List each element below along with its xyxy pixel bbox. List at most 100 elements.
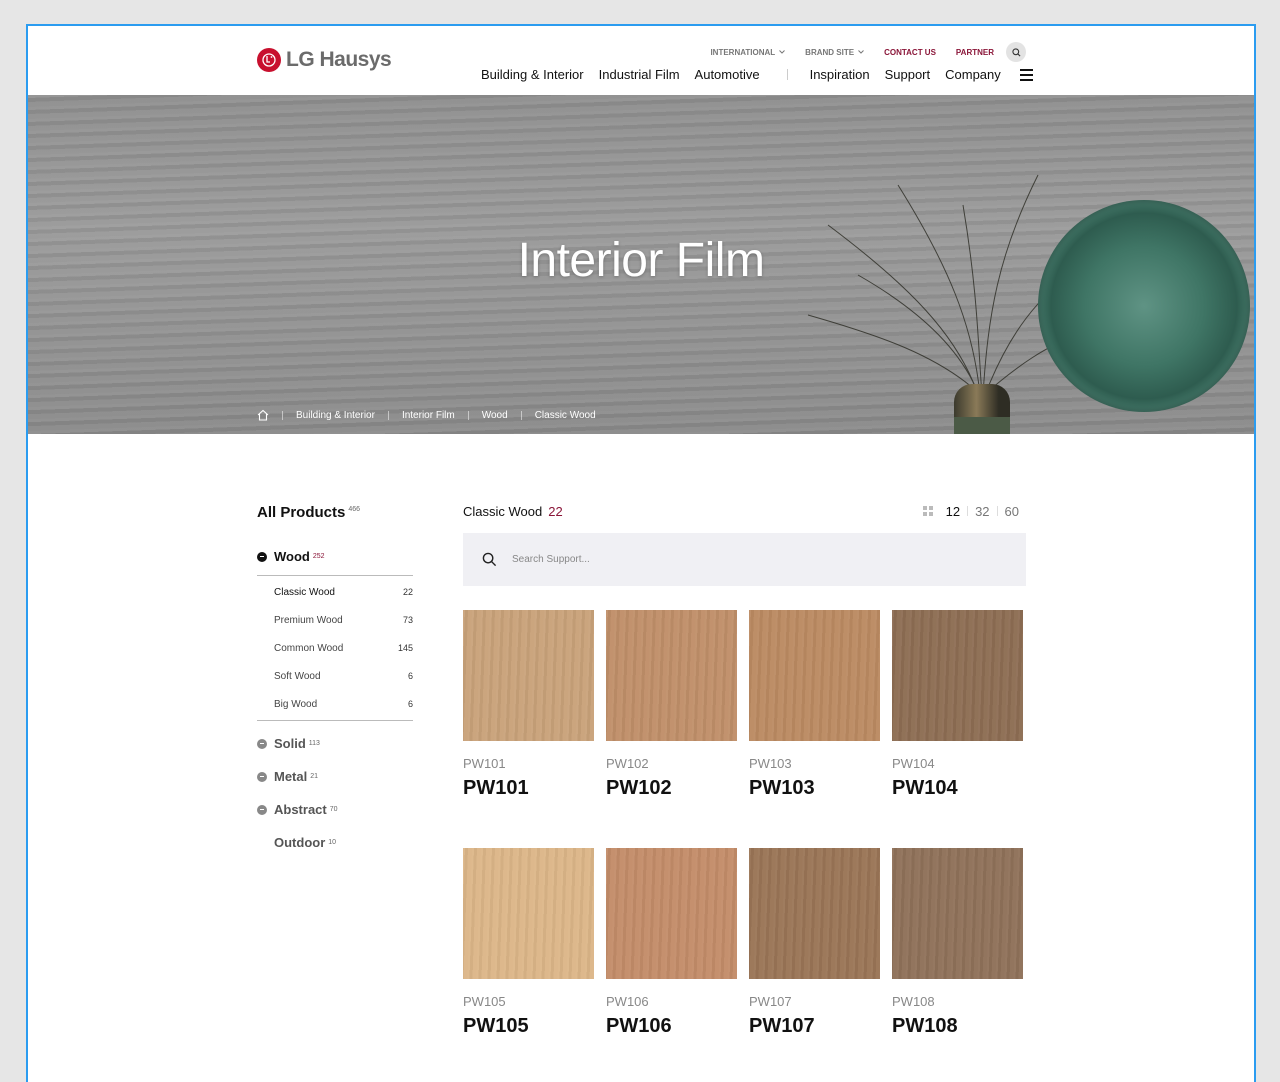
category-label: Solid [274, 736, 306, 751]
category-count: 113 [308, 740, 320, 747]
subcategory-big-wood[interactable]: Big Wood 6 [257, 690, 413, 718]
page: LG Hausys INTERNATIONAL BRAND SITE CONTA… [28, 26, 1254, 1082]
category-label: Abstract [274, 802, 327, 817]
subcategory-label: Classic Wood [274, 586, 335, 598]
product-name[interactable]: PW102 [606, 777, 737, 800]
category-outdoor[interactable]: Outdoor 10 [257, 826, 413, 859]
product-swatch[interactable] [749, 848, 880, 979]
breadcrumb: Building & Interior Interior Film Wood C… [257, 409, 596, 421]
subcategory-count: 6 [407, 671, 413, 681]
product-card[interactable]: PW103 PW103 [749, 610, 880, 800]
expand-icon [257, 738, 267, 749]
per-page-selector: 12 32 60 [922, 504, 1026, 519]
nav-building-interior[interactable]: Building & Interior [481, 67, 584, 82]
per-page-32[interactable]: 32 [968, 504, 996, 519]
product-name[interactable]: PW107 [749, 1015, 880, 1038]
product-code: PW106 [606, 994, 649, 1009]
category-wood[interactable]: Wood 252 [257, 540, 413, 573]
product-card[interactable]: PW106 PW106 [606, 848, 737, 1038]
product-swatch[interactable] [463, 848, 594, 979]
nav-automotive[interactable]: Automotive [695, 67, 760, 82]
subcategory-count: 145 [397, 643, 413, 653]
nav-industrial-film[interactable]: Industrial Film [599, 67, 680, 82]
product-code: PW101 [463, 756, 506, 771]
menu-icon[interactable] [1019, 68, 1033, 81]
product-code: PW108 [892, 994, 935, 1009]
product-swatch[interactable] [892, 610, 1023, 741]
category-count: 10 [328, 839, 337, 846]
breadcrumb-building-interior[interactable]: Building & Interior [296, 410, 375, 421]
all-products-link[interactable]: All Products 466 [257, 504, 413, 540]
category-metal[interactable]: Metal 21 [257, 760, 413, 793]
product-name[interactable]: PW105 [463, 1015, 594, 1038]
all-products-count: 466 [348, 506, 361, 513]
subcategory-common-wood[interactable]: Common Wood 145 [257, 634, 413, 662]
product-name[interactable]: PW104 [892, 777, 1023, 800]
product-card[interactable]: PW105 PW105 [463, 848, 594, 1038]
collapse-icon [257, 551, 267, 562]
category-count: 21 [310, 773, 319, 780]
subcategory-soft-wood[interactable]: Soft Wood 6 [257, 662, 413, 690]
contact-us-link[interactable]: CONTACT US [884, 48, 936, 57]
product-swatch[interactable] [463, 610, 594, 741]
category-solid[interactable]: Solid 113 [257, 727, 413, 760]
product-list-section: Classic Wood 22 12 32 60 PW101 PW101 [463, 500, 1026, 1038]
international-dropdown[interactable]: INTERNATIONAL [710, 48, 786, 57]
subcategory-label: Common Wood [274, 642, 344, 654]
decorative-plate [1038, 200, 1250, 412]
product-name[interactable]: PW108 [892, 1015, 1023, 1038]
product-swatch[interactable] [606, 848, 737, 979]
per-page-12[interactable]: 12 [939, 504, 967, 519]
breadcrumb-divider [387, 410, 389, 420]
nav-support[interactable]: Support [885, 67, 931, 82]
chevron-down-icon [858, 50, 864, 54]
product-code: PW107 [749, 994, 792, 1009]
breadcrumb-wood[interactable]: Wood [482, 410, 508, 421]
vase-stand [954, 417, 1010, 434]
subcategory-classic-wood[interactable]: Classic Wood 22 [257, 578, 413, 606]
all-products-label: All Products [257, 504, 346, 521]
product-card[interactable]: PW101 PW101 [463, 610, 594, 800]
chevron-down-icon [779, 50, 786, 54]
nav-inspiration[interactable]: Inspiration [810, 67, 870, 82]
breadcrumb-divider [467, 410, 469, 420]
product-card[interactable]: PW104 PW104 [892, 610, 1023, 800]
list-header: Classic Wood 22 12 32 60 [463, 500, 1026, 522]
home-icon[interactable] [257, 409, 269, 421]
product-swatch[interactable] [892, 848, 1023, 979]
product-card[interactable]: PW108 PW108 [892, 848, 1023, 1038]
category-label: Outdoor [274, 835, 326, 850]
product-swatch[interactable] [749, 610, 880, 741]
product-code: PW102 [606, 756, 649, 771]
product-name[interactable]: PW103 [749, 777, 880, 800]
subcategory-count: 22 [402, 587, 413, 597]
product-card[interactable]: PW102 PW102 [606, 610, 737, 800]
header-search-button[interactable] [1006, 42, 1026, 62]
category-abstract[interactable]: Abstract 70 [257, 793, 413, 826]
brand-site-label: BRAND SITE [805, 47, 855, 57]
partner-link[interactable]: PARTNER [956, 48, 994, 57]
product-search-bar [463, 533, 1026, 586]
per-page-60[interactable]: 60 [998, 504, 1026, 519]
subcategory-label: Big Wood [274, 698, 318, 710]
breadcrumb-interior-film[interactable]: Interior Film [402, 410, 455, 421]
search-input[interactable] [512, 554, 912, 565]
category-count: 252 [312, 553, 325, 560]
subcategory-premium-wood[interactable]: Premium Wood 73 [257, 606, 413, 634]
product-swatch[interactable] [606, 610, 737, 741]
breadcrumb-classic-wood[interactable]: Classic Wood [535, 410, 596, 421]
list-title-label: Classic Wood [463, 503, 543, 519]
product-card[interactable]: PW107 PW107 [749, 848, 880, 1038]
page-title: Interior Film [517, 234, 765, 287]
lg-logo-icon [257, 48, 281, 72]
list-title: Classic Wood 22 [463, 504, 563, 519]
brand-logo[interactable]: LG Hausys [257, 48, 392, 72]
subcategory-count: 6 [407, 699, 413, 709]
nav-divider [786, 69, 788, 80]
list-count: 22 [548, 503, 563, 519]
product-name[interactable]: PW106 [606, 1015, 737, 1038]
brand-site-dropdown[interactable]: BRAND SITE [805, 48, 864, 57]
product-name[interactable]: PW101 [463, 777, 594, 800]
nav-company[interactable]: Company [945, 67, 1001, 82]
product-code: PW105 [463, 994, 506, 1009]
